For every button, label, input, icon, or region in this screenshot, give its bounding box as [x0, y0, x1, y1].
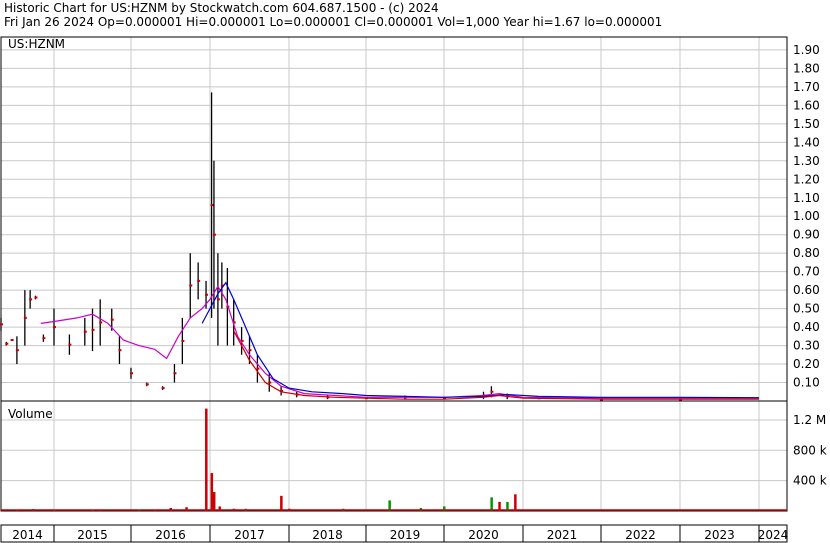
price-tick-label: 1.80 [793, 61, 820, 75]
volume-bar [280, 495, 283, 511]
price-tick-label: 0.70 [793, 265, 820, 279]
stock-chart: US:HZNM Volume 0.10 0.20 0.30 0.40 0.50 0.60 0… [0, 36, 827, 543]
year-label: 2017 [234, 528, 265, 542]
year-label: 2020 [468, 528, 499, 542]
volume-bar [514, 494, 517, 511]
price-tick-label: 0.40 [793, 320, 820, 334]
year-label: 2023 [704, 528, 735, 542]
close-mark [197, 279, 201, 282]
close-mark [212, 233, 216, 236]
close-mark [53, 326, 56, 329]
year-label: 2024 [758, 528, 789, 542]
close-mark [68, 343, 72, 346]
volume-tick-label: 400 k [793, 474, 827, 488]
close-mark [256, 367, 260, 370]
close-mark [145, 383, 149, 386]
close-mark [216, 298, 220, 301]
volume-bar [212, 492, 216, 511]
close-mark [42, 337, 46, 340]
close-mark [161, 387, 165, 390]
price-tick-label: 0.20 [793, 357, 820, 371]
volume-bar [205, 408, 208, 511]
price-tick-label: 1.30 [793, 154, 820, 168]
moving-average-line [40, 285, 759, 399]
price-tick-label: 1.90 [793, 43, 820, 57]
year-label: 2014 [12, 528, 43, 542]
close-mark [10, 339, 14, 342]
volume-bar [490, 497, 493, 511]
close-mark [110, 318, 114, 321]
close-mark [130, 372, 133, 375]
close-mark [268, 381, 272, 384]
volume-panel-border [0, 400, 788, 512]
close-mark [83, 330, 87, 333]
close-mark [189, 284, 193, 287]
close-mark [23, 316, 27, 319]
moving-average-line [201, 281, 760, 399]
year-label: 2015 [77, 528, 108, 542]
volume-bar [210, 473, 214, 511]
price-tick-label: 0.60 [793, 283, 820, 297]
price-tick-label: 0.50 [793, 302, 820, 316]
close-mark [248, 349, 252, 352]
volume-tick-label: 1.2 M [793, 413, 826, 427]
price-tick-label: 1.40 [793, 135, 820, 149]
year-label: 2022 [625, 528, 656, 542]
close-mark [118, 349, 122, 352]
price-tick-label: 1.20 [793, 172, 820, 186]
close-mark [181, 339, 185, 342]
close-mark [15, 349, 19, 352]
close-mark [205, 293, 209, 296]
close-mark [91, 328, 95, 331]
close-mark [490, 390, 494, 393]
price-panel-label: US:HZNM [8, 37, 65, 51]
price-tick-label: 0.10 [793, 376, 820, 390]
volume-tick-label: 800 k [793, 443, 827, 457]
close-mark [99, 321, 103, 324]
close-mark [0, 323, 3, 326]
close-mark [29, 298, 33, 301]
price-tick-label: 1.10 [793, 191, 820, 205]
price-tick-label: 0.80 [793, 246, 820, 260]
price-tick-label: 0.30 [793, 339, 820, 353]
price-tick-label: 0.90 [793, 228, 820, 242]
year-label: 2019 [390, 528, 421, 542]
price-tick-label: 1.60 [793, 98, 820, 112]
close-mark [173, 372, 177, 375]
price-tick-label: 1.50 [793, 117, 820, 131]
price-tick-label: 1.00 [793, 209, 820, 223]
close-mark [5, 342, 9, 345]
year-label: 2018 [312, 528, 343, 542]
volume-panel-label: Volume [8, 407, 53, 421]
year-label: 2016 [155, 528, 186, 542]
price-tick-label: 1.70 [793, 80, 820, 94]
year-label: 2021 [547, 528, 578, 542]
close-mark [34, 296, 38, 299]
close-mark [210, 204, 214, 207]
